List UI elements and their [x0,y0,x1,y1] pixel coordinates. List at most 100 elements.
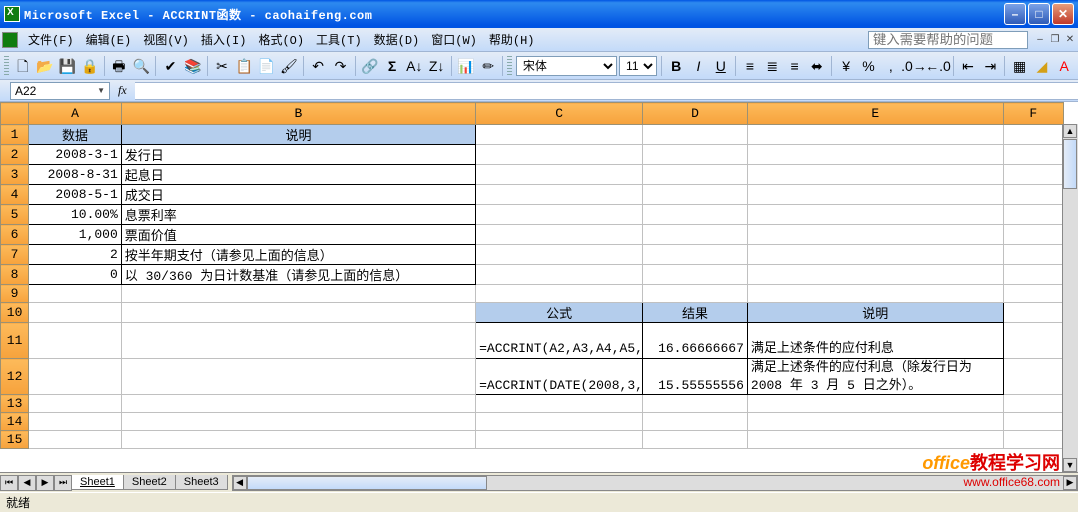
scroll-up-icon[interactable]: ▲ [1063,124,1077,138]
cell[interactable]: 1,000 [29,225,122,245]
cell[interactable] [643,431,748,449]
col-header-B[interactable]: B [121,103,475,125]
cell[interactable] [643,125,748,145]
formula-bar-input[interactable] [135,82,1078,100]
row-header[interactable]: 11 [1,323,29,359]
cell[interactable] [121,359,475,395]
sheet-nav-prev-button[interactable]: ◀ [18,475,36,491]
sheet-tab[interactable]: Sheet3 [175,475,228,490]
cell[interactable]: 10.00% [29,205,122,225]
menu-format[interactable]: 格式(O) [252,29,310,50]
cell[interactable]: 说明 [121,125,475,145]
cell[interactable] [747,285,1003,303]
cell[interactable] [643,285,748,303]
cell[interactable]: 说明 [747,303,1003,323]
cell[interactable]: 满足上述条件的应付利息 [747,323,1003,359]
sheet-tab-active[interactable]: Sheet1 [71,475,124,490]
cell[interactable]: 2008-3-1 [29,145,122,165]
cell[interactable]: 数据 [29,125,122,145]
cell[interactable] [747,395,1003,413]
workbook-minimize-button[interactable]: – [1034,34,1046,46]
cell[interactable] [476,245,643,265]
comma-button[interactable]: , [881,55,901,77]
menu-view[interactable]: 视图(V) [137,29,195,50]
drawing-button[interactable]: ✏ [478,55,498,77]
align-left-button[interactable]: ≡ [740,55,760,77]
cell[interactable] [476,395,643,413]
cell[interactable] [29,285,122,303]
cell[interactable] [643,185,748,205]
workbook-close-button[interactable]: ✕ [1064,34,1076,46]
sheet-nav-next-button[interactable]: ▶ [36,475,54,491]
cell[interactable]: 16.66666667 [643,323,748,359]
menu-edit[interactable]: 编辑(E) [80,29,138,50]
italic-button[interactable]: I [688,55,708,77]
new-button[interactable]: 🗋 [13,55,33,77]
col-header-D[interactable]: D [643,103,748,125]
cell[interactable] [29,395,122,413]
cell[interactable] [747,431,1003,449]
cell[interactable]: 成交日 [121,185,475,205]
cell[interactable] [476,125,643,145]
cell[interactable] [1003,205,1063,225]
row-header[interactable]: 15 [1,431,29,449]
row-header[interactable]: 4 [1,185,29,205]
row-header[interactable]: 8 [1,265,29,285]
fill-color-button[interactable]: ◢ [1032,55,1052,77]
cell[interactable] [747,165,1003,185]
cell[interactable] [121,323,475,359]
cell[interactable] [476,265,643,285]
paste-button[interactable]: 📄 [256,55,276,77]
row-header[interactable]: 3 [1,165,29,185]
vertical-scrollbar[interactable]: ▲ ▼ [1062,124,1078,472]
cell[interactable] [1003,225,1063,245]
cell[interactable] [29,303,122,323]
col-header-F[interactable]: F [1003,103,1063,125]
undo-button[interactable]: ↶ [308,55,328,77]
redo-button[interactable]: ↷ [330,55,350,77]
cell[interactable] [643,245,748,265]
minimize-button[interactable]: – [1004,3,1026,25]
decrease-indent-button[interactable]: ⇤ [958,55,978,77]
underline-button[interactable]: U [711,55,731,77]
print-button[interactable]: 🖶 [109,55,129,77]
borders-button[interactable]: ▦ [1009,55,1029,77]
cell[interactable]: 公式 [476,303,643,323]
cell[interactable] [643,165,748,185]
cell[interactable] [121,285,475,303]
cell[interactable]: 2 [29,245,122,265]
cell[interactable] [29,431,122,449]
hyperlink-button[interactable]: 🔗 [360,55,380,77]
cell[interactable] [747,413,1003,431]
save-button[interactable]: 💾 [57,55,77,77]
currency-button[interactable]: ¥ [836,55,856,77]
menu-insert[interactable]: 插入(I) [195,29,253,50]
cell[interactable] [1003,145,1063,165]
cell[interactable] [1003,165,1063,185]
cell[interactable]: 结果 [643,303,748,323]
scroll-down-icon[interactable]: ▼ [1063,458,1077,472]
cell[interactable]: 0 [29,265,122,285]
workbook-restore-button[interactable]: ❐ [1049,34,1061,46]
cell[interactable] [1003,359,1063,395]
cell[interactable] [747,245,1003,265]
scroll-left-icon[interactable]: ◀ [233,476,247,490]
col-header-C[interactable]: C [476,103,643,125]
cell[interactable] [476,285,643,303]
permissions-button[interactable]: 🔒 [80,55,100,77]
open-button[interactable]: 📂 [35,55,55,77]
menu-data[interactable]: 数据(D) [368,29,426,50]
cell[interactable] [1003,395,1063,413]
fx-icon[interactable]: fx [118,83,127,98]
toolbar-grip-icon[interactable] [4,56,9,76]
sort-asc-button[interactable]: A↓ [404,55,424,77]
cell[interactable] [747,185,1003,205]
cell[interactable]: 息票利率 [121,205,475,225]
menu-tools[interactable]: 工具(T) [310,29,368,50]
row-header[interactable]: 9 [1,285,29,303]
toolbar-grip-icon[interactable] [507,56,512,76]
cell[interactable] [1003,303,1063,323]
format-painter-button[interactable]: 🖌 [279,55,299,77]
sheet-tab[interactable]: Sheet2 [123,475,176,490]
row-header[interactable]: 12 [1,359,29,395]
